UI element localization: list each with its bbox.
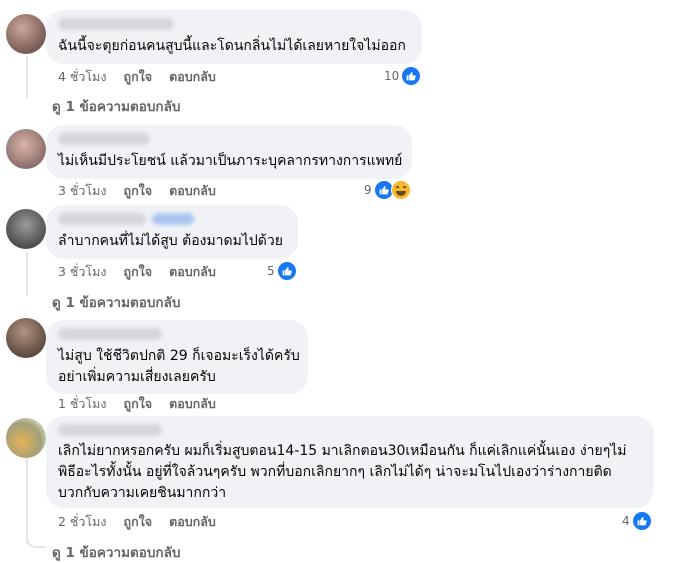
timestamp[interactable]: 1 ชั่วโมง: [58, 394, 107, 414]
author-name[interactable]: [58, 213, 146, 225]
reaction-count[interactable]: 10: [384, 66, 422, 86]
comment-actions: 4 ชั่วโมง ถูกใจ ตอบกลับ: [58, 67, 216, 87]
comment-text: ไม่สูบ ใช้ชีวิตปกติ 29 ก็เจอมะเร็งได้ครั…: [58, 348, 300, 385]
like-button[interactable]: ถูกใจ: [124, 394, 153, 414]
timestamp[interactable]: 4 ชั่วโมง: [58, 67, 107, 87]
view-replies-link[interactable]: ดู 1 ข้อความตอบกลับ: [52, 541, 180, 563]
comment-actions: 1 ชั่วโมง ถูกใจ ตอบกลับ: [58, 394, 216, 414]
haha-emoji-icon: [390, 180, 411, 200]
avatar[interactable]: [6, 318, 46, 358]
comment-text: เลิกไม่ยากหรอกครับ ผมก็เริ่มสูบตอน14-15 …: [58, 443, 627, 501]
comment-bubble: ไม่เห็นมีประโยชน์ แล้วมาเป็นภาระบุคลากรท…: [46, 125, 412, 179]
reply-button[interactable]: ตอบกลับ: [169, 394, 216, 414]
avatar[interactable]: [6, 14, 46, 54]
avatar[interactable]: [6, 129, 46, 169]
comment-bubble: ไม่สูบ ใช้ชีวิตปกติ 29 ก็เจอมะเร็งได้ครั…: [46, 320, 308, 394]
reply-button[interactable]: ตอบกลับ: [169, 262, 216, 282]
like-button[interactable]: ถูกใจ: [124, 67, 153, 87]
timestamp[interactable]: 3 ชั่วโมง: [58, 181, 107, 201]
thumbs-up-icon: [401, 66, 422, 86]
avatar[interactable]: [6, 209, 46, 249]
comment-actions: 2 ชั่วโมง ถูกใจ ตอบกลับ: [58, 512, 216, 532]
like-button[interactable]: ถูกใจ: [124, 181, 153, 201]
reaction-count[interactable]: 4: [622, 511, 652, 531]
reaction-count[interactable]: 9: [364, 180, 411, 200]
avatar[interactable]: [6, 418, 46, 458]
reply-button[interactable]: ตอบกลับ: [169, 67, 216, 87]
view-replies-link[interactable]: ดู 1 ข้อความตอบกลับ: [52, 291, 180, 313]
comment-text: ไม่เห็นมีประโยชน์ แล้วมาเป็นภาระบุคลากรท…: [58, 153, 403, 169]
author-name-tag[interactable]: [152, 213, 194, 225]
author-name[interactable]: [58, 133, 150, 145]
comment-bubble: เลิกไม่ยากหรอกครับ ผมก็เริ่มสูบตอน14-15 …: [46, 416, 654, 508]
thread-line: [26, 56, 28, 98]
comment-actions: 3 ชั่วโมง ถูกใจ ตอบกลับ: [58, 262, 216, 282]
thumbs-up-icon: [631, 511, 652, 531]
like-button[interactable]: ถูกใจ: [124, 512, 153, 532]
timestamp[interactable]: 2 ชั่วโมง: [58, 512, 107, 532]
author-name[interactable]: [58, 18, 174, 30]
thread-branch: [26, 530, 46, 548]
comment-text: ลำบากคนที่ไม่ได้สูบ ต้องมาดมไปด้วย: [58, 233, 283, 249]
timestamp[interactable]: 3 ชั่วโมง: [58, 262, 107, 282]
comment-text: ฉันนี้จะตุยก่อนคนสูบนี้และโดนกลิ่นไม่ได้…: [58, 38, 406, 54]
like-button[interactable]: ถูกใจ: [124, 262, 153, 282]
reply-button[interactable]: ตอบกลับ: [169, 181, 216, 201]
comment-bubble: ลำบากคนที่ไม่ได้สูบ ต้องมาดมไปด้วย: [46, 205, 298, 259]
comment-bubble: ฉันนี้จะตุยก่อนคนสูบนี้และโดนกลิ่นไม่ได้…: [46, 10, 422, 64]
comment-actions: 3 ชั่วโมง ถูกใจ ตอบกลับ: [58, 181, 216, 201]
thumbs-up-icon: [276, 261, 297, 281]
author-name[interactable]: [58, 328, 162, 340]
reaction-count[interactable]: 5: [267, 261, 297, 281]
view-replies-link[interactable]: ดู 1 ข้อความตอบกลับ: [52, 95, 180, 117]
reply-button[interactable]: ตอบกลับ: [169, 512, 216, 532]
thread-line: [26, 252, 28, 296]
author-name[interactable]: [58, 424, 162, 436]
